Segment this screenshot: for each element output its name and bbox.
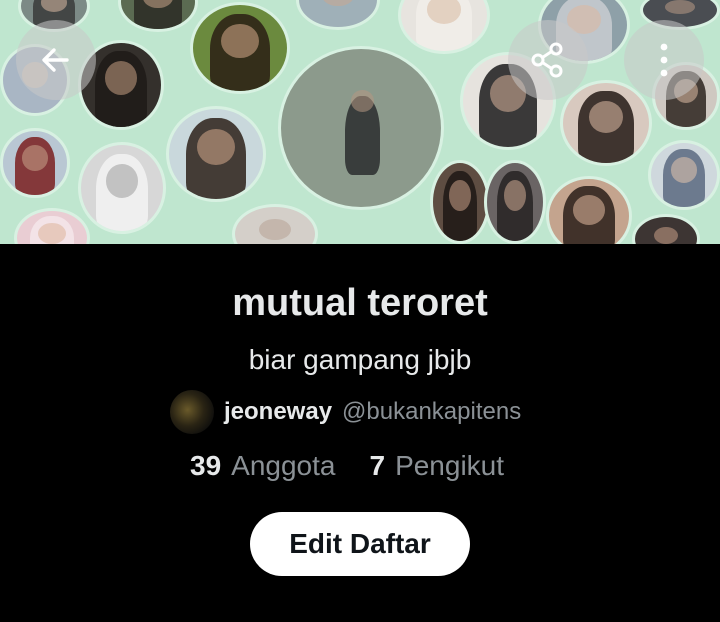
member-photo [278, 46, 444, 210]
list-description: biar gampang jbjb [248, 344, 472, 375]
avatar[interactable] [170, 390, 214, 434]
edit-list-button[interactable]: Edit Daftar [250, 512, 470, 576]
list-title: mutual teroret [232, 282, 488, 324]
member-photo [14, 208, 90, 244]
more-vertical-icon [658, 40, 670, 80]
member-photo [78, 142, 166, 234]
back-button[interactable] [16, 20, 96, 100]
member-photo [118, 0, 198, 32]
member-photo [560, 80, 652, 166]
members-count[interactable]: 39 [190, 450, 221, 482]
share-button[interactable] [508, 20, 588, 100]
member-photo [190, 2, 290, 94]
member-photo [430, 160, 490, 244]
list-stats: 39 Anggota 7 Pengikut [190, 450, 504, 490]
member-photo [546, 176, 632, 244]
members-label[interactable]: Anggota [231, 450, 335, 482]
followers-count[interactable]: 7 [369, 450, 385, 482]
member-photo [232, 204, 318, 244]
list-owner[interactable]: jeoneway @bukankapitens [170, 390, 521, 434]
member-photo [398, 0, 490, 54]
member-photo [166, 106, 266, 202]
list-banner [0, 0, 720, 244]
member-photo [296, 0, 380, 30]
member-photo [484, 160, 546, 244]
more-options-button[interactable] [624, 20, 704, 100]
arrow-left-icon [37, 41, 75, 79]
member-photo [632, 214, 700, 244]
list-info: mutual teroret biar gampang jbjb jeonewa… [0, 244, 720, 622]
share-icon [528, 40, 568, 80]
owner-display-name[interactable]: jeoneway [224, 398, 332, 426]
member-photo [648, 140, 720, 210]
member-photo [0, 128, 70, 198]
owner-handle[interactable]: @bukankapitens [342, 398, 521, 426]
followers-label[interactable]: Pengikut [395, 450, 504, 482]
